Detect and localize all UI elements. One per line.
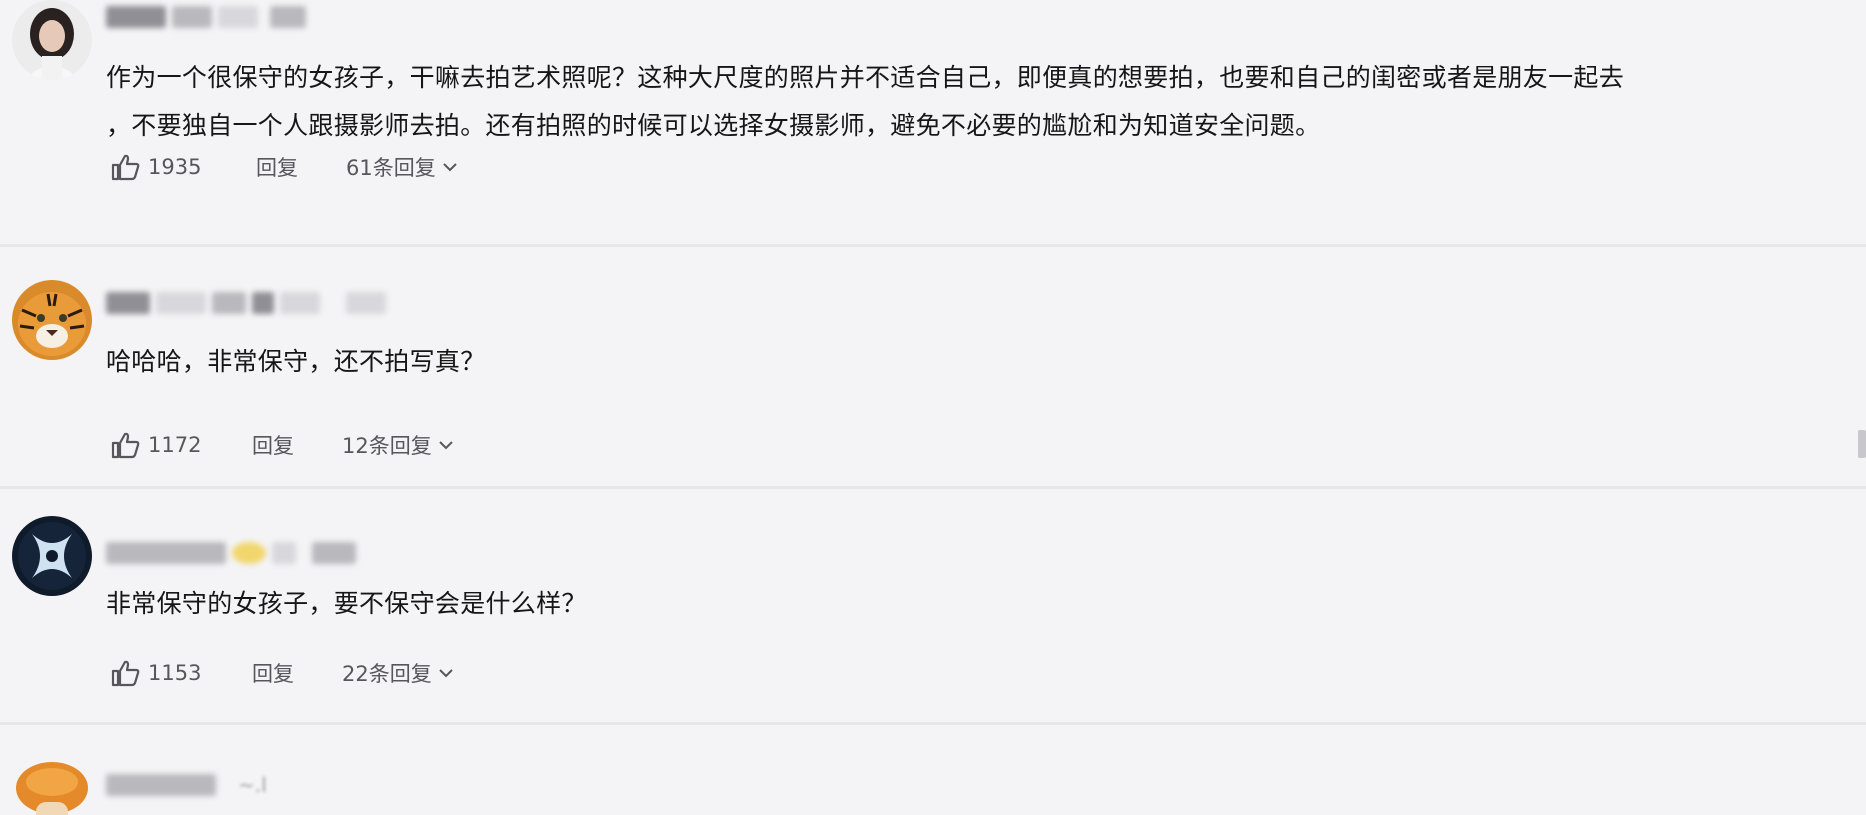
divider bbox=[0, 244, 1866, 247]
mushroom-icon bbox=[12, 756, 92, 815]
divider bbox=[0, 486, 1866, 489]
replies-count-label: 61条回复 bbox=[346, 156, 436, 180]
username-blurred[interactable] bbox=[106, 2, 306, 32]
view-replies-button[interactable]: 12条回复 bbox=[342, 430, 454, 460]
like-count: 1153 bbox=[148, 661, 202, 685]
username-blurred[interactable]: ~.l bbox=[106, 770, 267, 800]
replies-count-label: 22条回复 bbox=[342, 662, 432, 686]
view-replies-button[interactable]: 61条回复 bbox=[346, 152, 458, 182]
tiger-icon bbox=[12, 280, 92, 360]
thumbs-up-icon bbox=[111, 660, 140, 687]
woman-portrait-icon bbox=[12, 0, 92, 80]
x-logo-icon bbox=[12, 516, 92, 596]
user-avatar[interactable] bbox=[12, 756, 92, 815]
divider bbox=[0, 722, 1866, 725]
user-avatar[interactable] bbox=[12, 280, 92, 360]
comment-feed: 作为一个很保守的女孩子，干嘛去拍艺术照呢？这种大尺度的照片并不适合自己，即便真的… bbox=[0, 0, 1866, 815]
comment-actions: 1935 回复 61条回复 bbox=[110, 150, 458, 184]
comment-text: 非常保守的女孩子，要不保守会是什么样？ bbox=[106, 589, 587, 618]
comment-actions: 1172 回复 12条回复 bbox=[110, 428, 454, 462]
chevron-down-icon bbox=[439, 441, 453, 450]
like-button[interactable]: 1172 bbox=[110, 431, 260, 459]
view-replies-button[interactable]: 22条回复 bbox=[342, 658, 454, 688]
replies-count-label: 12条回复 bbox=[342, 434, 432, 458]
like-count: 1935 bbox=[148, 155, 202, 179]
chevron-down-icon bbox=[439, 669, 453, 678]
username-blurred[interactable] bbox=[106, 288, 386, 318]
username-blurred[interactable] bbox=[106, 538, 356, 568]
comment-actions: 1153 回复 22条回复 bbox=[110, 656, 454, 690]
thumbs-up-icon bbox=[111, 154, 140, 181]
like-button[interactable]: 1935 bbox=[110, 153, 260, 181]
comment-text: 作为一个很保守的女孩子，干嘛去拍艺术照呢？这种大尺度的照片并不适合自己，即便真的… bbox=[106, 63, 1625, 140]
comment-text: 哈哈哈，非常保守，还不拍写真？ bbox=[106, 347, 486, 376]
reply-button[interactable]: 回复 bbox=[252, 430, 342, 460]
like-count: 1172 bbox=[148, 433, 202, 457]
user-avatar[interactable] bbox=[12, 516, 92, 596]
user-avatar[interactable] bbox=[12, 0, 92, 80]
reply-button[interactable]: 回复 bbox=[256, 152, 346, 182]
chevron-down-icon bbox=[443, 163, 457, 172]
scroll-edge-marker bbox=[1858, 430, 1866, 458]
thumbs-up-icon bbox=[111, 432, 140, 459]
reply-button[interactable]: 回复 bbox=[252, 658, 342, 688]
like-button[interactable]: 1153 bbox=[110, 659, 260, 687]
